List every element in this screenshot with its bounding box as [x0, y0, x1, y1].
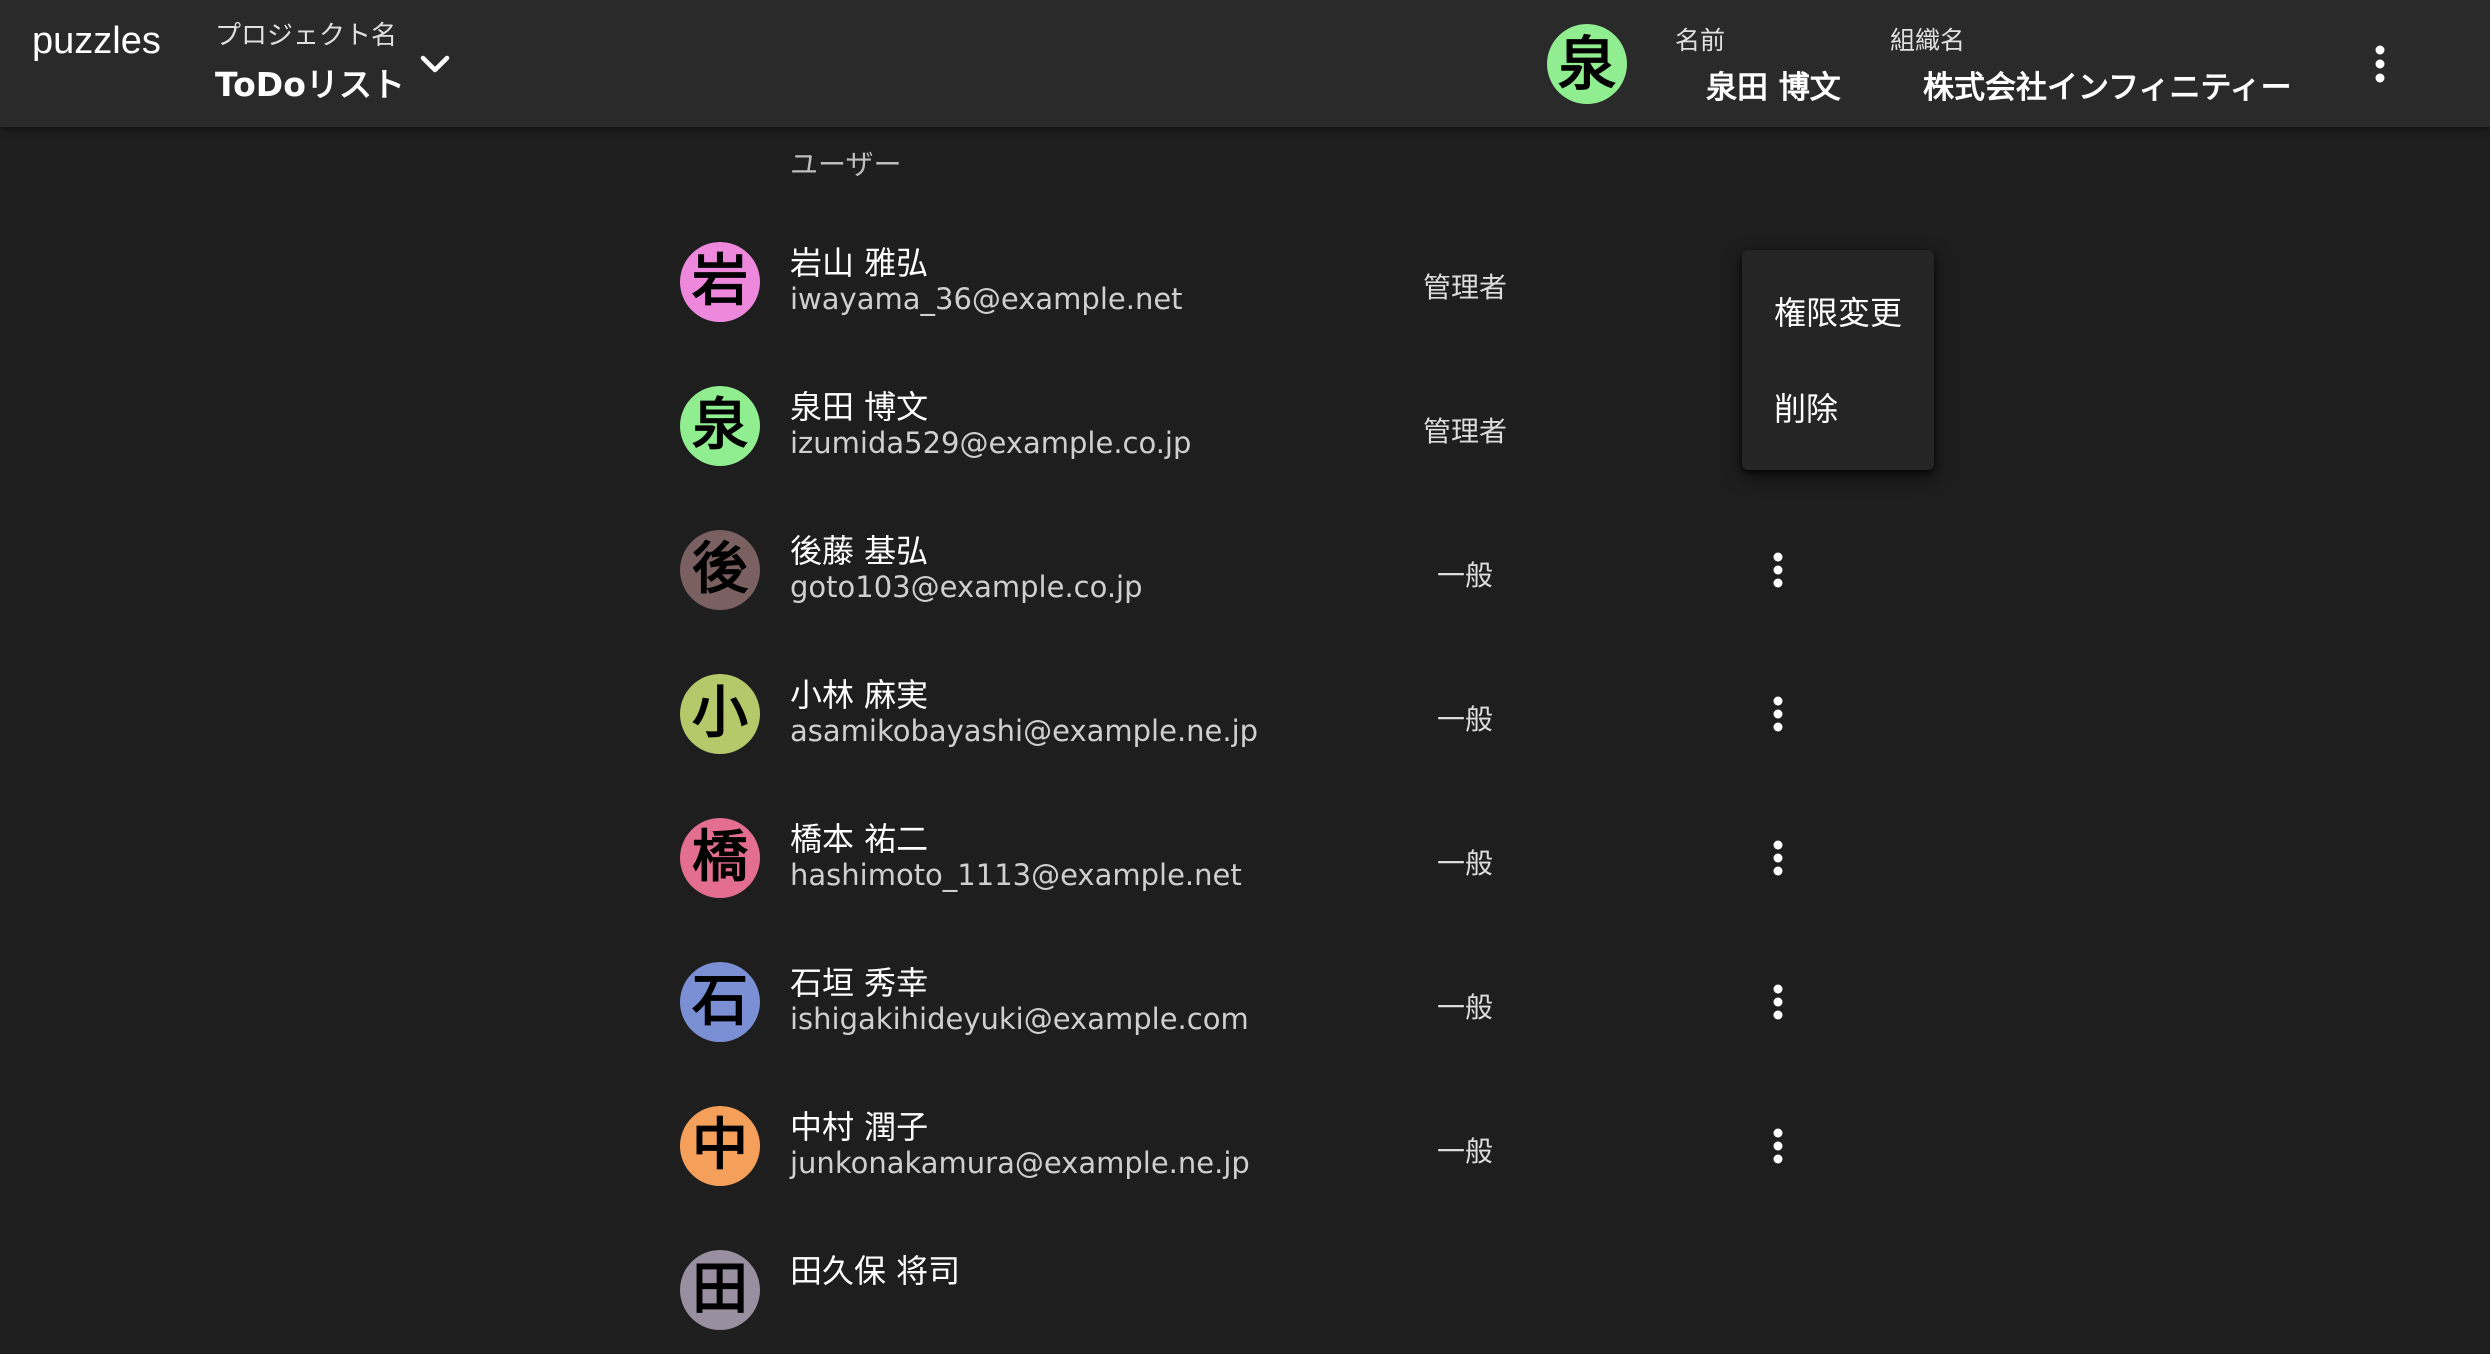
user-row: 中中村 潤子 junkonakamura@example.ne.jp 一般 [670, 1066, 1970, 1210]
user-name: 橋本 祐二 [790, 820, 929, 858]
user-row: 田田久保 将司 [670, 1210, 1970, 1354]
chevron-down-icon[interactable] [415, 46, 455, 82]
more-vert-icon[interactable] [2362, 40, 2398, 88]
user-role: 一般 [1436, 991, 1493, 1024]
user-email: ishigakihideyuki@example.com [790, 1002, 1249, 1036]
more-vert-icon[interactable] [1760, 980, 1796, 1024]
user-name: 後藤 基弘 [790, 532, 929, 570]
user-name: 石垣 秀幸 [790, 964, 929, 1002]
more-vert-icon[interactable] [1760, 692, 1796, 736]
current-user-avatar[interactable]: 泉 [1547, 24, 1627, 104]
more-vert-icon[interactable] [1760, 548, 1796, 592]
user-row: 後後藤 基弘 goto103@example.co.jp 一般 [670, 490, 1970, 634]
user-name-value: 泉田 博文 [1706, 70, 1841, 106]
user-role: 管理者 [1422, 271, 1507, 304]
user-row: 橋橋本 祐二 hashimoto_1113@example.net 一般 [670, 778, 1970, 922]
user-name: 小林 麻実 [790, 676, 929, 714]
user-name: 泉田 博文 [790, 388, 929, 426]
user-row: 小小林 麻実 asamikobayashi@example.ne.jp 一般 [670, 634, 1970, 778]
user-row: 石石垣 秀幸 ishigakihideyuki@example.com 一般 [670, 922, 1970, 1066]
user-email: goto103@example.co.jp [790, 570, 1143, 604]
user-role: 一般 [1436, 703, 1493, 736]
user-name-label: 名前 [1675, 26, 1726, 55]
section-title: ユーザー [790, 148, 902, 181]
user-role: 一般 [1436, 559, 1493, 592]
user-name: 田久保 将司 [790, 1252, 961, 1290]
org-name-value: 株式会社インフィニティー [1923, 70, 2292, 106]
user-email: hashimoto_1113@example.net [790, 858, 1242, 892]
user-avatar: 岩 [680, 242, 760, 322]
user-avatar: 後 [680, 530, 760, 610]
user-avatar: 小 [680, 674, 760, 754]
project-name[interactable]: ToDoリスト [215, 58, 405, 106]
more-vert-icon[interactable] [1760, 836, 1796, 880]
org-name-label: 組織名 [1890, 26, 1966, 55]
user-email: asamikobayashi@example.ne.jp [790, 714, 1259, 748]
project-label: プロジェクト名 [215, 21, 398, 51]
user-name: 岩山 雅弘 [790, 244, 929, 282]
user-avatar: 田 [680, 1250, 760, 1330]
user-email: junkonakamura@example.ne.jp [790, 1146, 1250, 1180]
user-avatar: 中 [680, 1106, 760, 1186]
user-avatar: 石 [680, 962, 760, 1042]
app-bar: puzzles プロジェクト名 ToDoリスト 泉 名前 泉田 博文 組織名 株… [0, 0, 2490, 127]
app-logo[interactable]: puzzles [32, 20, 161, 63]
user-role: 管理者 [1422, 415, 1507, 448]
user-role: 一般 [1436, 847, 1493, 880]
more-vert-icon[interactable] [1760, 1124, 1796, 1168]
user-avatar: 泉 [680, 386, 760, 466]
user-email: izumida529@example.co.jp [790, 426, 1192, 460]
change-permission-menu-item[interactable]: 権限変更 [1774, 288, 1902, 334]
context-menu: 権限変更 削除 [1742, 250, 1934, 470]
delete-menu-item[interactable]: 削除 [1774, 384, 1838, 430]
user-name: 中村 潤子 [790, 1108, 929, 1146]
user-avatar: 橋 [680, 818, 760, 898]
user-email: iwayama_36@example.net [790, 282, 1183, 316]
user-role: 一般 [1436, 1135, 1493, 1168]
